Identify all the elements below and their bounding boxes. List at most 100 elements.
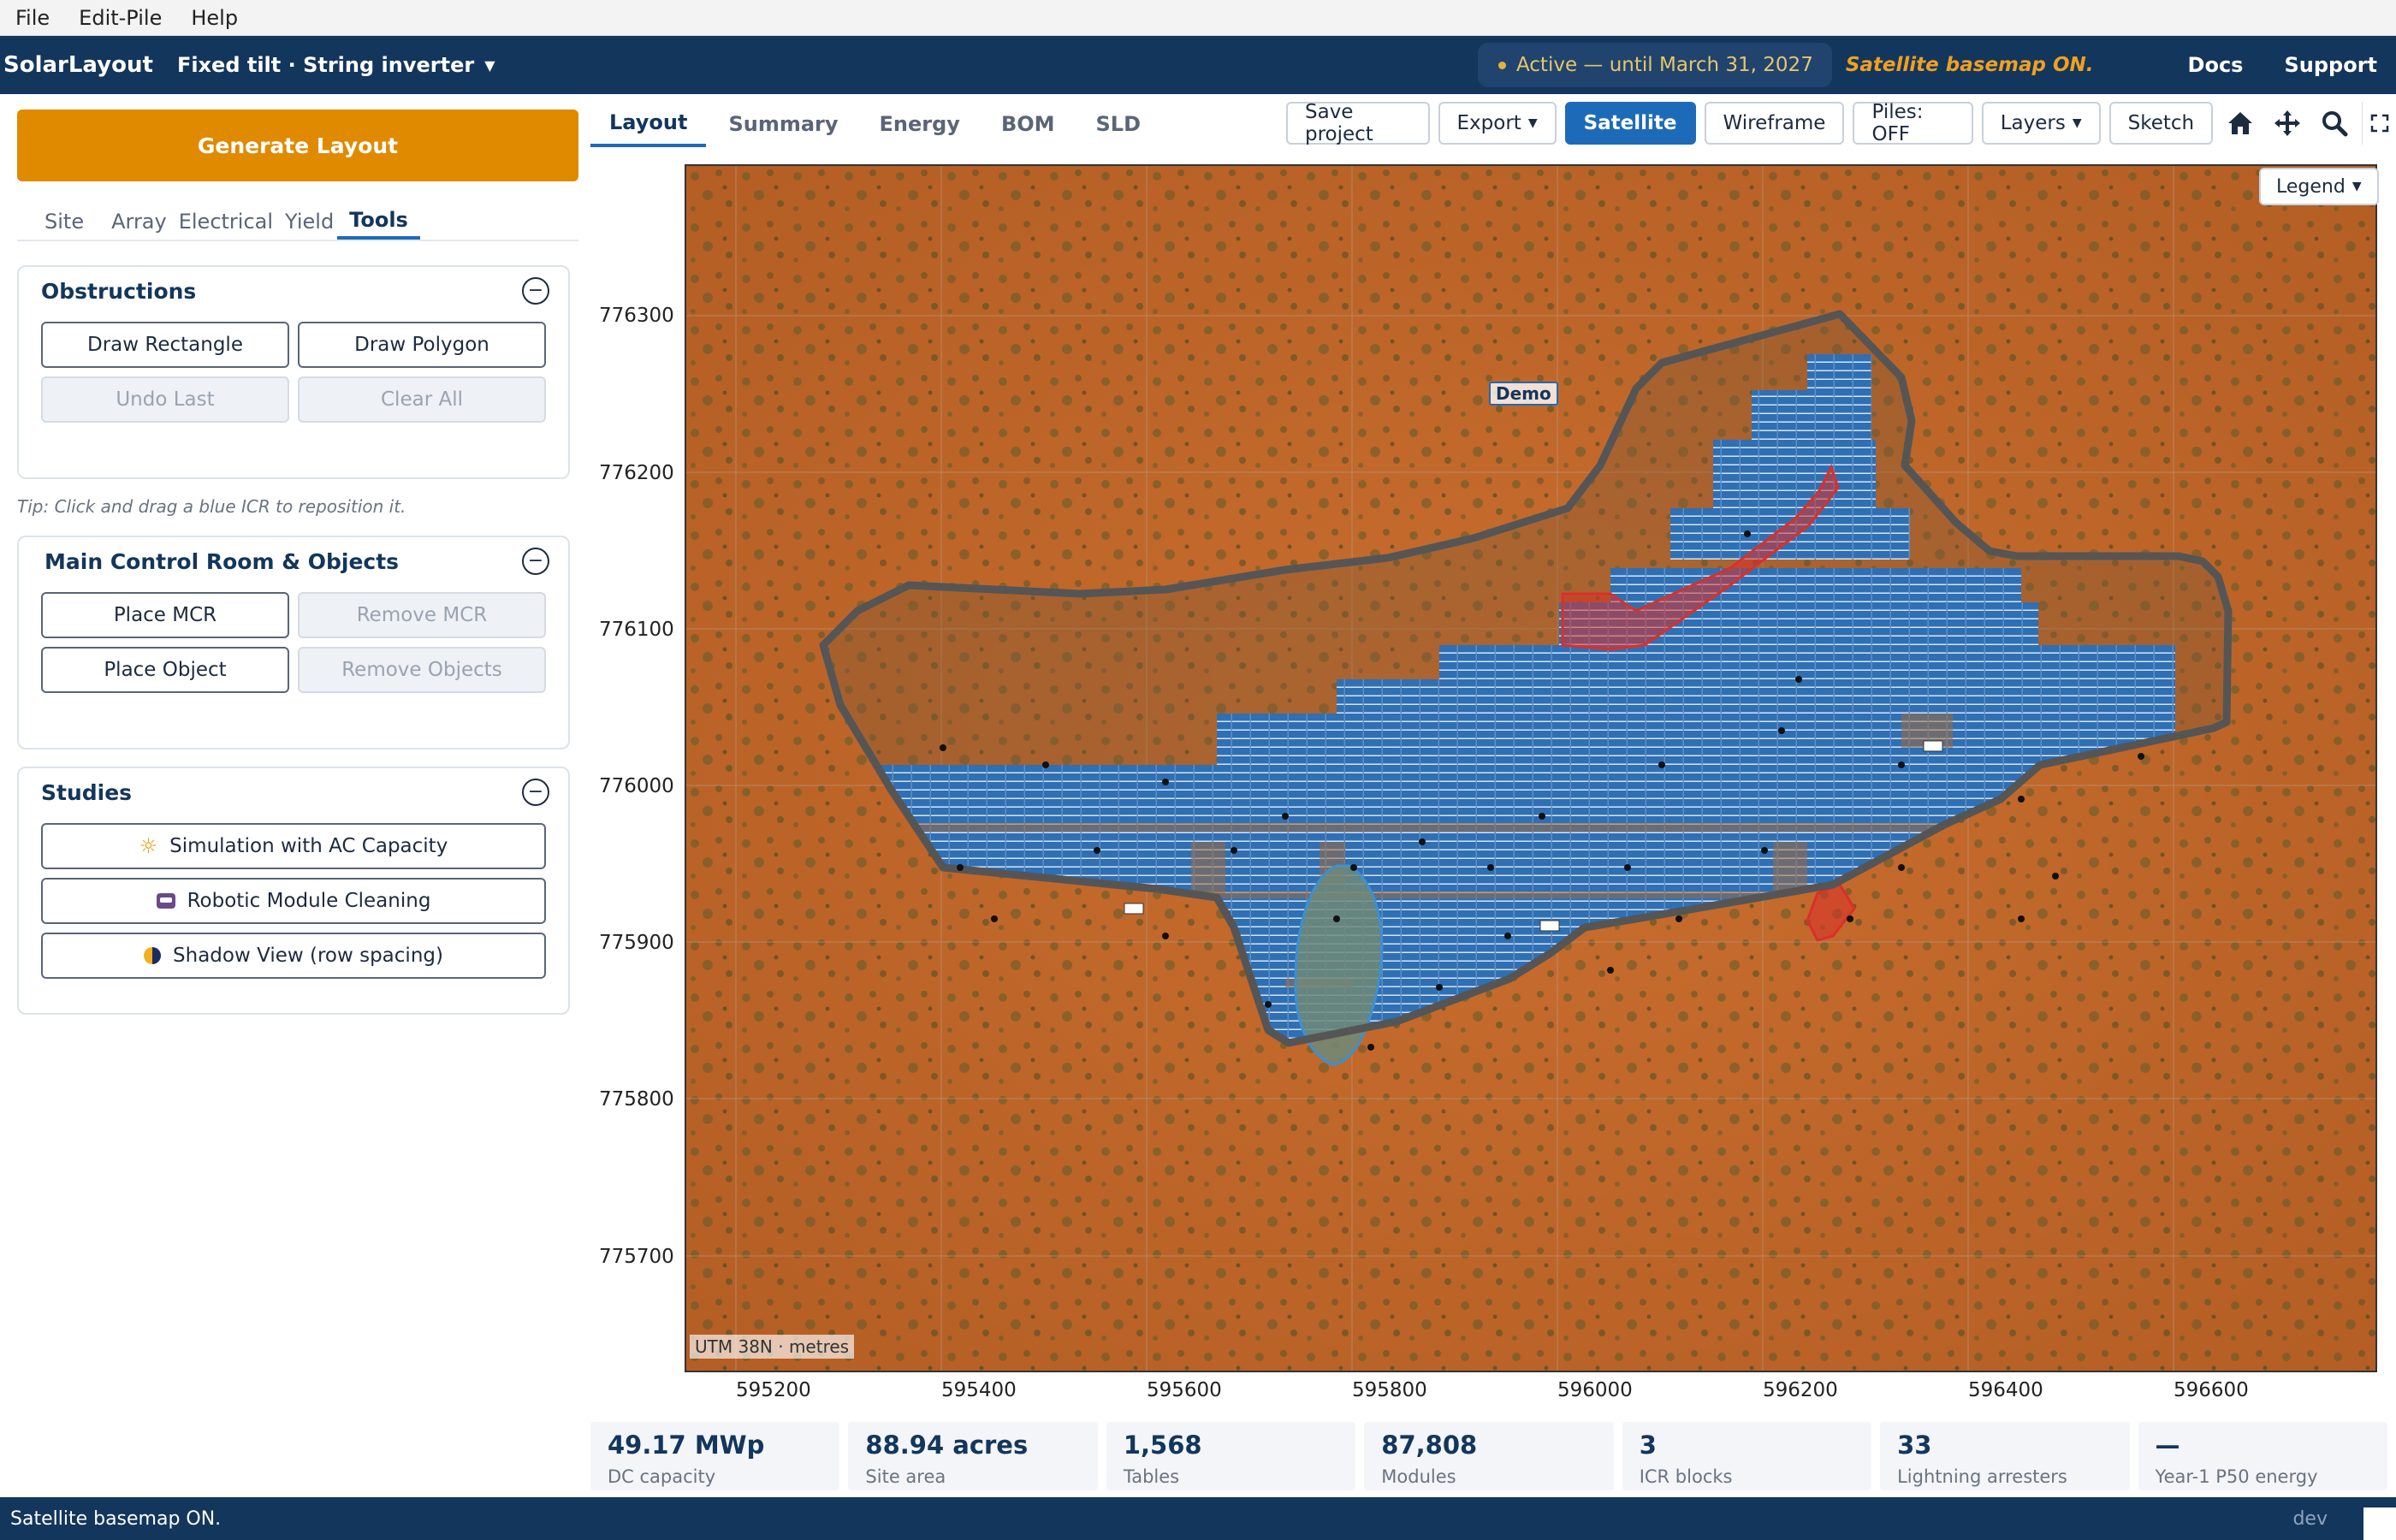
- map-canvas[interactable]: [685, 164, 2377, 1372]
- stat-value: 87,808: [1381, 1430, 1478, 1460]
- demo-label: Demo: [1489, 382, 1558, 406]
- lightning-arrester: [1778, 727, 1785, 734]
- zoom-icon[interactable]: [2316, 102, 2354, 145]
- lightning-arrester: [1898, 761, 1905, 768]
- status-dot-icon: [1498, 61, 1506, 69]
- menu-edit-pile[interactable]: Edit-Pile: [79, 6, 162, 30]
- shadow-view-button[interactable]: Shadow View (row spacing): [41, 933, 546, 979]
- collapse-icon[interactable]: −: [522, 779, 549, 806]
- icr-block: [1539, 920, 1560, 932]
- export-button[interactable]: Export ▼: [1438, 102, 1557, 145]
- docs-link[interactable]: Docs: [2188, 53, 2244, 77]
- undo-last-button[interactable]: Undo Last: [41, 376, 289, 423]
- stat-dc-capacity: 49.17 MWp DC capacity: [590, 1422, 840, 1490]
- sun-icon: ☼: [139, 834, 158, 858]
- chevron-down-icon: ▼: [484, 56, 495, 74]
- remove-objects-button[interactable]: Remove Objects: [298, 647, 546, 693]
- robot-icon: [156, 893, 175, 909]
- stat-value: 1,568: [1123, 1430, 1202, 1460]
- wireframe-button[interactable]: Wireframe: [1704, 102, 1845, 145]
- study-label: Shadow View (row spacing): [173, 945, 443, 967]
- road-gap: [1773, 842, 1807, 893]
- support-link[interactable]: Support: [2284, 53, 2377, 77]
- site-map[interactable]: [686, 166, 2377, 1372]
- lightning-arrester: [1898, 864, 1905, 871]
- save-project-button[interactable]: Save project: [1286, 101, 1430, 145]
- y-tick-label: 775700: [599, 1246, 674, 1268]
- mode-selector[interactable]: Fixed tilt · String inverter ▼: [177, 53, 495, 77]
- studies-card: Studies − ☼ Simulation with AC Capacity …: [17, 767, 570, 1015]
- layers-button[interactable]: Layers ▼: [1981, 102, 2101, 145]
- x-tick-label: 595600: [1147, 1379, 1222, 1401]
- clear-all-button[interactable]: Clear All: [298, 376, 546, 423]
- simulation-ac-capacity-button[interactable]: ☼ Simulation with AC Capacity: [41, 823, 546, 869]
- tab-electrical[interactable]: Electrical: [170, 204, 276, 240]
- stat-modules: 87,808 Modules: [1364, 1422, 1614, 1490]
- tab-array[interactable]: Array: [96, 204, 170, 240]
- generate-layout-button[interactable]: Generate Layout: [17, 110, 578, 181]
- tab-layout[interactable]: Layout: [590, 101, 707, 147]
- x-tick-label: 596600: [2174, 1379, 2249, 1401]
- tab-sld[interactable]: SLD: [1077, 101, 1160, 147]
- stat-value: 3: [1639, 1430, 1657, 1460]
- lightning-arrester: [1350, 864, 1357, 871]
- legend-button[interactable]: Legend ▼: [2259, 168, 2379, 205]
- export-label: Export: [1456, 112, 1521, 134]
- tab-energy[interactable]: Energy: [861, 101, 979, 147]
- place-mcr-button[interactable]: Place MCR: [41, 592, 289, 638]
- stat-label: Year-1 P50 energy: [2155, 1466, 2318, 1487]
- license-status-text: Active — until March 31, 2027: [1515, 54, 1813, 76]
- lightning-arrester: [1094, 847, 1100, 854]
- tab-summary[interactable]: Summary: [709, 101, 857, 147]
- menu-help[interactable]: Help: [191, 6, 238, 30]
- lightning-arrester: [2018, 915, 2025, 922]
- lightning-arrester: [2052, 873, 2059, 880]
- stat-value: 49.17 MWp: [608, 1430, 765, 1460]
- draw-rectangle-button[interactable]: Draw Rectangle: [41, 322, 289, 368]
- tab-yield[interactable]: Yield: [276, 204, 337, 240]
- map-toolbar: Save project Export ▼ Satellite Wirefram…: [1286, 101, 2396, 145]
- collapse-icon[interactable]: −: [522, 548, 549, 575]
- sidebar: Generate Layout Site Array Electrical Yi…: [0, 94, 587, 1497]
- lightning-arrester: [1487, 864, 1494, 871]
- mode-label: Fixed tilt · String inverter: [176, 53, 475, 77]
- stat-value: 33: [1897, 1430, 1932, 1460]
- tab-bom[interactable]: BOM: [982, 101, 1074, 147]
- tab-site[interactable]: Site: [17, 204, 96, 240]
- panel-block: [1097, 791, 1320, 808]
- remove-mcr-button[interactable]: Remove MCR: [298, 592, 546, 638]
- y-tick-label: 775900: [599, 932, 674, 954]
- stat-label: Lightning arresters: [1897, 1466, 2067, 1487]
- mcr-title: Main Control Room & Objects: [44, 549, 400, 574]
- lightning-arrester: [1761, 847, 1768, 854]
- y-tick-label: 775800: [599, 1088, 674, 1111]
- resize-handle[interactable]: [2363, 1507, 2396, 1540]
- chevron-down-icon: ▼: [1527, 116, 1538, 130]
- summary-stats: 49.17 MWp DC capacity 88.94 acres Site a…: [590, 1422, 2387, 1490]
- stat-label: Tables: [1123, 1466, 1180, 1487]
- stat-tables: 1,568 Tables: [1106, 1422, 1356, 1490]
- home-icon[interactable]: [2221, 102, 2260, 145]
- fullscreen-icon[interactable]: [2362, 102, 2396, 145]
- layers-label: Layers: [2000, 112, 2066, 134]
- half-moon-icon: [144, 947, 162, 964]
- lightning-arrester: [1436, 984, 1443, 991]
- satellite-button[interactable]: Satellite: [1564, 102, 1696, 145]
- collapse-icon[interactable]: −: [522, 277, 549, 305]
- piles-toggle-button[interactable]: Piles: OFF: [1853, 101, 1973, 145]
- x-tick-label: 595800: [1352, 1379, 1427, 1401]
- menu-file[interactable]: File: [15, 6, 50, 30]
- pan-icon[interactable]: [2268, 102, 2307, 145]
- x-tick-label: 595400: [941, 1379, 1017, 1401]
- menu-bar: File Edit-Pile Help: [0, 0, 2396, 36]
- tab-tools[interactable]: Tools: [337, 204, 420, 240]
- place-object-button[interactable]: Place Object: [41, 647, 289, 693]
- sketch-button[interactable]: Sketch: [2108, 102, 2214, 145]
- robotic-cleaning-button[interactable]: Robotic Module Cleaning: [41, 878, 546, 924]
- tip-text: Tip: Click and drag a blue ICR to reposi…: [17, 496, 406, 517]
- draw-polygon-button[interactable]: Draw Polygon: [298, 322, 546, 368]
- stat-label: DC capacity: [608, 1466, 716, 1487]
- lightning-arrester: [1367, 1044, 1374, 1051]
- study-label: Robotic Module Cleaning: [187, 890, 431, 912]
- lightning-arrester: [940, 744, 946, 751]
